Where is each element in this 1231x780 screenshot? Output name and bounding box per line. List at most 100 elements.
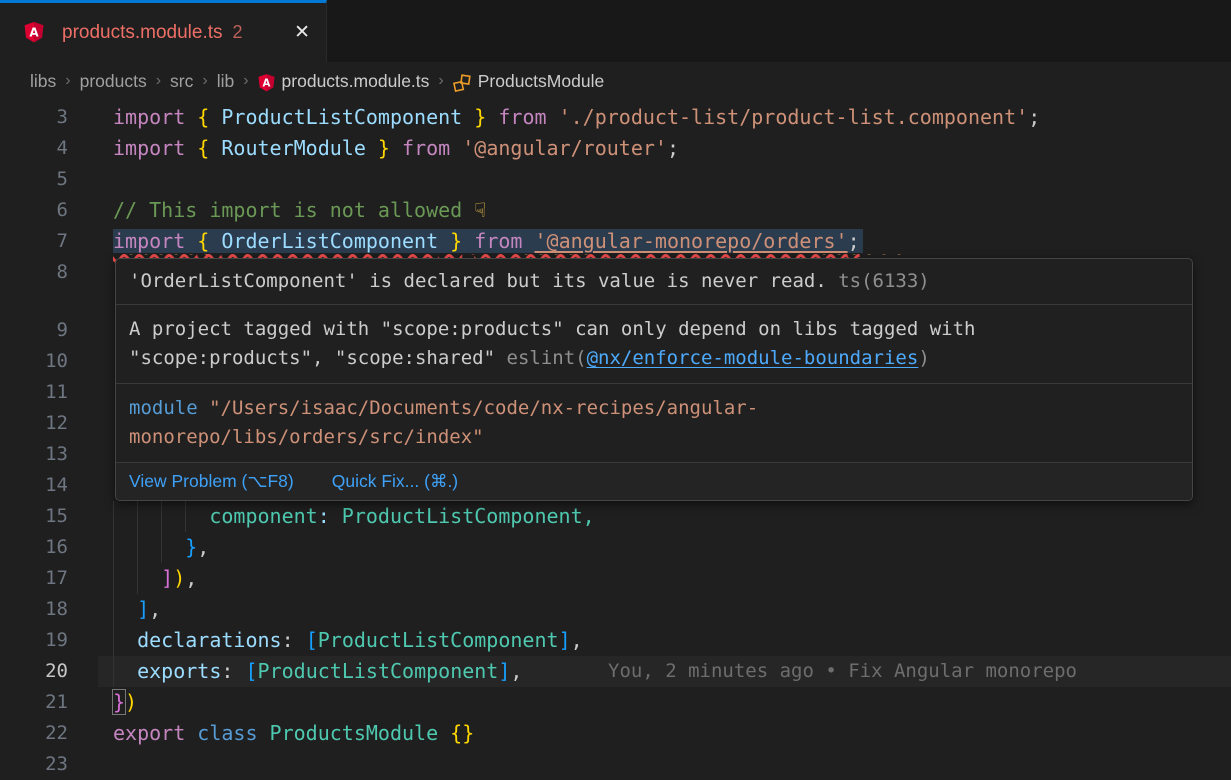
line-number[interactable]: 23: [0, 749, 68, 780]
hover-ts-diagnostic: 'OrderListComponent' is declared but its…: [116, 259, 1192, 305]
line-number[interactable]: 14: [0, 470, 68, 501]
hover-actions-bar: View Problem (⌥F8) Quick Fix... (⌘.): [116, 463, 1192, 500]
code-token: A project tagged with "scope:products" c…: [129, 318, 975, 340]
code-token: '@angular/router': [462, 136, 667, 160]
code-line[interactable]: import { RouterModule } from '@angular/r…: [113, 133, 679, 164]
code-line[interactable]: declarations: [ProductListComponent],: [113, 625, 583, 656]
code-token: ts(6133): [838, 270, 930, 292]
code-token: [: [306, 628, 318, 652]
line-number[interactable]: 8: [0, 257, 68, 288]
code-token: [330, 504, 342, 528]
code-token: }: [113, 690, 125, 714]
code-token: from: [498, 105, 558, 129]
code-token: [113, 628, 137, 652]
line-number[interactable]: 5: [0, 164, 68, 195]
code-token: './product-list/product-list.component': [559, 105, 1029, 129]
code-line[interactable]: import { OrderListComponent } from '@ang…: [113, 226, 863, 257]
hover-text-row: "scope:products", "scope:shared" eslint(…: [129, 344, 1179, 373]
code-token: :: [282, 628, 306, 652]
hover-text-row: A project tagged with "scope:products" c…: [129, 315, 1179, 344]
line-number[interactable]: 6: [0, 195, 68, 226]
line-number[interactable]: 18: [0, 594, 68, 625]
code-token: :: [221, 659, 245, 683]
code-token: [113, 504, 209, 528]
line-number[interactable]: 11: [0, 377, 68, 408]
code-token: [113, 566, 161, 590]
code-token: ProductListComponent: [221, 105, 462, 129]
code-token: {: [197, 136, 221, 160]
line-number[interactable]: 16: [0, 532, 68, 563]
hover-module-path: module "/Users/isaac/Documents/code/nx-r…: [116, 384, 1192, 463]
code-token: :: [318, 504, 330, 528]
line-number[interactable]: 20: [0, 656, 68, 687]
hover-popup: 'OrderListComponent' is declared but its…: [115, 258, 1193, 501]
hover-eslint-diagnostic: A project tagged with "scope:products" c…: [116, 305, 1192, 384]
line-number[interactable]: 9: [0, 315, 68, 346]
line-number[interactable]: 22: [0, 718, 68, 749]
line-number[interactable]: 21: [0, 687, 68, 718]
code-token: [113, 659, 137, 683]
quick-fix-link[interactable]: Quick Fix... (⌘.): [332, 471, 458, 492]
code-token: ProductListComponent: [342, 504, 583, 528]
hover-text-row: module "/Users/isaac/Documents/code/nx-r…: [129, 394, 1179, 423]
line-number[interactable]: 13: [0, 439, 68, 470]
line-number[interactable]: 12: [0, 408, 68, 439]
code-line[interactable]: },: [113, 532, 209, 563]
error-highlighted-statement: import { OrderListComponent } from '@ang…: [113, 229, 863, 253]
line-number[interactable]: 19: [0, 625, 68, 656]
code-token: declarations: [137, 628, 282, 652]
hover-text-row: 'OrderListComponent' is declared but its…: [129, 267, 1179, 296]
code-token: ]: [161, 566, 173, 590]
code-token: "/Users/isaac/Documents/code/nx-recipes/…: [209, 397, 758, 419]
code-token: }: [185, 535, 197, 559]
code-token: ): [173, 566, 185, 590]
code-token: {: [197, 105, 221, 129]
line-number[interactable]: 3: [0, 102, 68, 133]
code-token: ,: [510, 659, 522, 683]
code-line[interactable]: export class ProductsModule {}: [113, 718, 474, 749]
code-token: ]: [559, 628, 571, 652]
code-token: ProductsModule: [270, 721, 451, 745]
code-token: ,: [583, 504, 595, 528]
code-token: }: [438, 229, 462, 253]
code-token: ;: [1028, 105, 1040, 129]
line-number[interactable]: 7: [0, 226, 68, 257]
code-token: export: [113, 721, 197, 745]
code-token: }: [462, 105, 486, 129]
code-token: import: [113, 229, 197, 253]
vscode-editor-window: A products.module.ts 2 ✕ libs›products›s…: [0, 0, 1231, 780]
code-token: ;: [667, 136, 679, 160]
code-token: ☟: [474, 198, 486, 222]
code-token: "scope:products", "scope:shared": [129, 347, 507, 369]
code-line[interactable]: // This import is not allowed ☟: [113, 195, 486, 226]
code-line[interactable]: import { ProductListComponent } from './…: [113, 102, 1040, 133]
code-token: OrderListComponent: [221, 229, 438, 253]
hover-text-row: monorepo/libs/orders/src/index": [129, 423, 1179, 452]
code-token: 'OrderListComponent' is declared but its…: [129, 270, 838, 292]
code-line[interactable]: ],: [113, 594, 161, 625]
code-token: ProductListComponent: [258, 659, 499, 683]
rule-doc-link[interactable]: @nx/enforce-module-boundaries: [587, 347, 919, 369]
line-number[interactable]: 10: [0, 346, 68, 377]
code-token: ,: [149, 597, 161, 621]
code-token: module: [129, 397, 209, 419]
line-number[interactable]: 4: [0, 133, 68, 164]
code-token: [390, 136, 402, 160]
code-token: ,: [185, 566, 197, 590]
code-line[interactable]: ]),: [113, 563, 197, 594]
code-line[interactable]: }): [113, 687, 137, 718]
code-token: import: [113, 105, 197, 129]
code-token: component: [209, 504, 317, 528]
code-token: [: [245, 659, 257, 683]
code-token: exports: [137, 659, 221, 683]
code-token: [462, 229, 474, 253]
git-blame-annotation: You, 2 minutes ago • Fix Angular monorep…: [608, 656, 1077, 687]
view-problem-link[interactable]: View Problem (⌥F8): [129, 471, 294, 492]
code-token: ,: [197, 535, 209, 559]
code-line[interactable]: component: ProductListComponent,: [113, 501, 595, 532]
line-number[interactable]: 17: [0, 563, 68, 594]
code-line[interactable]: exports: [ProductListComponent],: [113, 656, 522, 687]
code-token: ): [125, 690, 137, 714]
code-token: ,: [571, 628, 583, 652]
line-number[interactable]: 15: [0, 501, 68, 532]
